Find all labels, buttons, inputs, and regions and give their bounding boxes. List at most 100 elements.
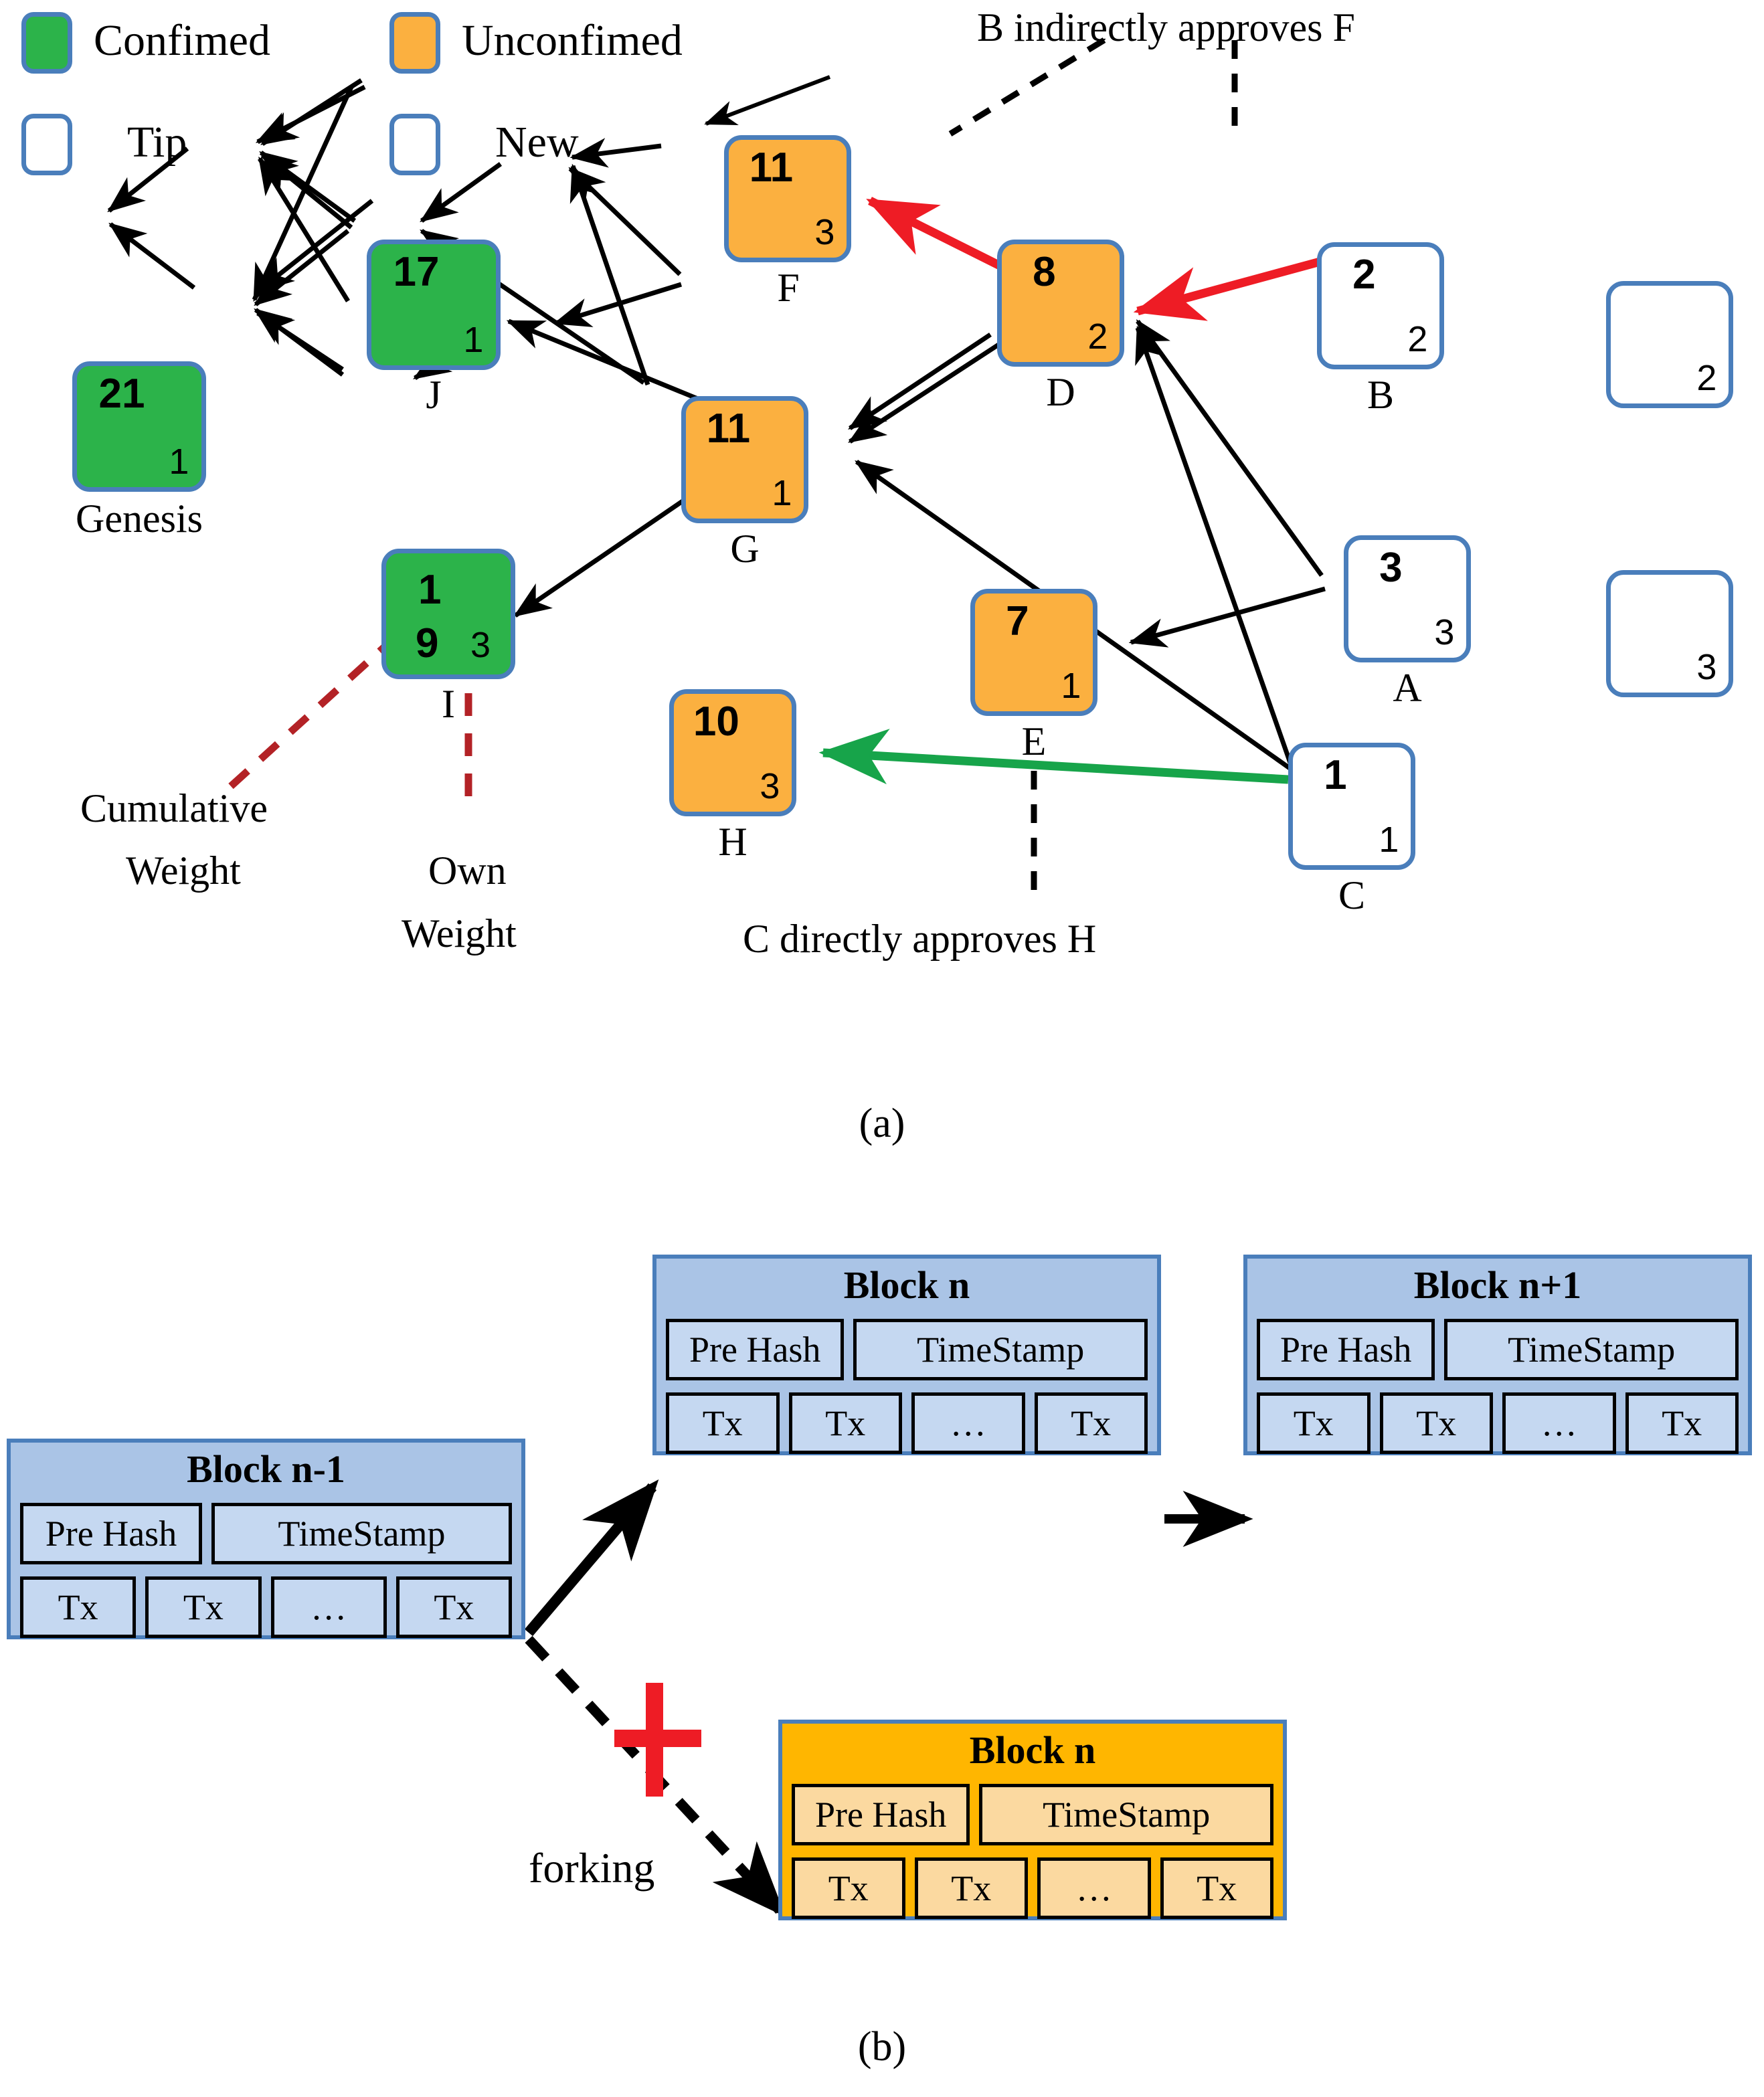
node-genesis-own-weight: 1: [169, 442, 189, 482]
block-n-minus-1[interactable]: Block n-1 Pre Hash TimeStamp Tx Tx … Tx: [7, 1439, 525, 1639]
forking-label: forking: [529, 1844, 655, 1892]
node-H-label: H: [718, 820, 747, 864]
node-new-2-own-weight: 3: [1696, 647, 1717, 688]
node-B-cumulative-weight: 2: [1352, 251, 1376, 298]
block-n-plus-1-tx-ellipsis: …: [1502, 1392, 1616, 1454]
node-H-cumulative-weight: 10: [693, 698, 739, 745]
node-F-label: F: [777, 266, 800, 310]
node-G-cumulative-weight: 11: [706, 405, 751, 452]
node-F-cumulative-weight: 11: [749, 144, 794, 191]
block-n-tx-4: Tx: [1034, 1392, 1148, 1454]
node-J[interactable]: 17 1: [367, 240, 501, 370]
node-J-cumulative-weight: 17: [393, 248, 440, 295]
node-new-1-own-weight: 2: [1696, 358, 1717, 399]
tangle-diagram-panel: Confimed Unconfimed Tip New 21 1 Genesis…: [0, 0, 1764, 1178]
legend-label-tip: Tip: [127, 118, 187, 167]
block-n-plus-1-prehash: Pre Hash: [1257, 1319, 1435, 1380]
node-I-own-weight: 3: [470, 625, 491, 665]
node-genesis[interactable]: 21 1: [72, 361, 206, 492]
block-n-plus-1-tx-4: Tx: [1625, 1392, 1739, 1454]
node-I-cw-second-digit: 9: [416, 620, 439, 666]
node-E[interactable]: 7 1: [970, 589, 1097, 716]
block-n-fork-prehash: Pre Hash: [792, 1784, 970, 1845]
node-new-1[interactable]: 2: [1606, 281, 1733, 408]
block-n-plus-1-tx-1: Tx: [1257, 1392, 1371, 1454]
node-E-label: E: [1021, 719, 1047, 763]
node-I-label: I: [442, 682, 455, 726]
figure-caption-b: (b): [857, 2024, 907, 2070]
legend-label-confirmed: Confimed: [94, 16, 270, 65]
block-n-fork-tx-2: Tx: [914, 1857, 1028, 1919]
node-I-cw-first-digit: 1: [418, 567, 442, 613]
node-C-label: C: [1338, 873, 1366, 917]
approval-edges-secondary: [704, 75, 831, 126]
block-n-minus-1-timestamp: TimeStamp: [211, 1503, 512, 1564]
node-A[interactable]: 3 3: [1344, 535, 1471, 662]
node-C[interactable]: 1 1: [1288, 743, 1415, 870]
tangle-edges: [107, 37, 1336, 890]
node-A-own-weight: 3: [1434, 612, 1455, 653]
node-I[interactable]: 1 9 3: [381, 549, 515, 679]
node-A-label: A: [1393, 666, 1422, 710]
block-n-tx-2: Tx: [788, 1392, 902, 1454]
node-F-own-weight: 3: [814, 212, 835, 253]
block-n-fork-tx-ellipsis: …: [1037, 1857, 1151, 1919]
node-C-own-weight: 1: [1379, 820, 1399, 860]
node-genesis-label: Genesis: [76, 496, 203, 541]
node-H-own-weight: 3: [760, 766, 780, 807]
node-G[interactable]: 11 1: [681, 396, 808, 523]
node-H[interactable]: 10 3: [669, 689, 796, 816]
block-n-plus-1-title: Block n+1: [1413, 1263, 1582, 1307]
block-n-fork-timestamp: TimeStamp: [979, 1784, 1273, 1845]
block-n-fork[interactable]: Block n Pre Hash TimeStamp Tx Tx … Tx: [778, 1720, 1287, 1920]
node-J-label: J: [426, 373, 442, 417]
node-B-label: B: [1366, 373, 1395, 417]
block-n-fork-tx-1: Tx: [792, 1857, 905, 1919]
figure-root: Confimed Unconfimed Tip New 21 1 Genesis…: [0, 0, 1764, 2097]
node-new-2[interactable]: 3: [1606, 570, 1733, 697]
block-n-title: Block n: [843, 1263, 970, 1307]
node-G-label: G: [730, 527, 760, 571]
block-n-plus-1-timestamp: TimeStamp: [1444, 1319, 1739, 1380]
legend-swatch-new: [389, 114, 440, 175]
annotation-own-weight-line1: Own: [428, 848, 507, 893]
node-D-cumulative-weight: 8: [1033, 248, 1056, 295]
node-B[interactable]: 2 2: [1317, 242, 1444, 369]
blockchain-diagram-panel: Block n-1 Pre Hash TimeStamp Tx Tx … Tx …: [0, 1178, 1764, 2097]
block-n-minus-1-tx-1: Tx: [20, 1576, 137, 1638]
block-n-tx-ellipsis: …: [911, 1392, 1025, 1454]
block-n[interactable]: Block n Pre Hash TimeStamp Tx Tx … Tx: [652, 1255, 1161, 1455]
block-n-tx-1: Tx: [666, 1392, 780, 1454]
node-E-own-weight: 1: [1061, 666, 1081, 707]
node-E-cumulative-weight: 7: [1006, 598, 1029, 644]
node-F[interactable]: 11 3: [724, 135, 851, 262]
node-D-own-weight: 2: [1087, 316, 1108, 357]
block-n-prehash: Pre Hash: [666, 1319, 845, 1380]
chain-arrow-prev-to-n: [524, 1479, 659, 1637]
annotation-own-weight-line2: Weight: [402, 911, 517, 955]
block-n-plus-1-tx-2: Tx: [1379, 1392, 1493, 1454]
block-n-timestamp: TimeStamp: [853, 1319, 1148, 1380]
block-n-minus-1-tx-4: Tx: [395, 1576, 512, 1638]
block-n-minus-1-prehash: Pre Hash: [20, 1503, 202, 1564]
annotation-indirect-approval: B indirectly approves F: [977, 5, 1355, 50]
node-A-cumulative-weight: 3: [1379, 544, 1403, 591]
node-J-own-weight: 1: [463, 320, 484, 361]
block-n-fork-tx-4: Tx: [1160, 1857, 1273, 1919]
node-genesis-cumulative-weight: 21: [98, 370, 145, 417]
node-D-label: D: [1046, 370, 1075, 414]
legend-swatch-tip: [21, 114, 72, 175]
block-n-minus-1-tx-2: Tx: [145, 1576, 262, 1638]
legend-swatch-confirmed: [21, 12, 72, 74]
forking-cross-icon: [614, 1683, 701, 1797]
block-n-minus-1-tx-ellipsis: …: [270, 1576, 387, 1638]
block-n-fork-title: Block n: [969, 1728, 1096, 1772]
block-n-plus-1[interactable]: Block n+1 Pre Hash TimeStamp Tx Tx … Tx: [1243, 1255, 1752, 1455]
figure-caption-a: (a): [859, 1101, 905, 1146]
node-G-own-weight: 1: [772, 473, 792, 514]
legend-label-unconfirmed: Unconfimed: [462, 16, 683, 65]
block-n-minus-1-title: Block n-1: [187, 1447, 345, 1491]
annotation-cumulative-weight-line2: Weight: [126, 848, 241, 893]
node-D[interactable]: 8 2: [997, 240, 1124, 367]
legend-swatch-unconfirmed: [389, 12, 440, 74]
